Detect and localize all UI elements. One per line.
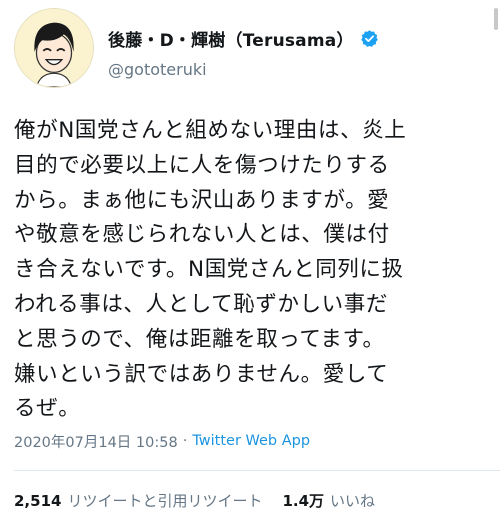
- scrollbar[interactable]: [494, 8, 498, 30]
- retweets-label: リツイートと引用リツイート: [67, 491, 263, 510]
- likes-stat[interactable]: 1.4万 いいね: [282, 490, 375, 511]
- user-handle[interactable]: @gototeruki: [108, 60, 207, 79]
- meta-separator: ·: [182, 433, 188, 449]
- tweet-stats: 2,514 リツイートと引用リツイート 1.4万 いいね: [14, 488, 375, 512]
- retweets-count: 2,514: [14, 491, 62, 510]
- verified-badge-icon: [360, 29, 379, 48]
- display-name[interactable]: 後藤・D・輝樹（Terusama）: [108, 26, 354, 51]
- user-avatar[interactable]: [14, 8, 94, 88]
- retweets-stat[interactable]: 2,514 リツイートと引用リツイート: [14, 490, 262, 511]
- tweet-detail: 後藤・D・輝樹（Terusama） @gototeruki 俺がN国党さんと組め…: [0, 0, 500, 528]
- likes-count: 1.4万: [282, 491, 325, 510]
- likes-label: いいね: [330, 491, 376, 510]
- tweet-meta: 2020年07月14日 10:58 · Twitter Web App: [14, 430, 310, 452]
- avatar-illustration-icon: [15, 9, 93, 87]
- divider: [14, 470, 500, 471]
- user-name-row[interactable]: 後藤・D・輝樹（Terusama）: [108, 26, 379, 51]
- tweet-source-link[interactable]: Twitter Web App: [192, 433, 310, 449]
- tweet-timestamp[interactable]: 2020年07月14日 10:58: [14, 431, 178, 452]
- tweet-text: 俺がN国党さんと組めない理由は、炎上 目的で必要以上に人を傷つけたりする から。…: [14, 118, 407, 422]
